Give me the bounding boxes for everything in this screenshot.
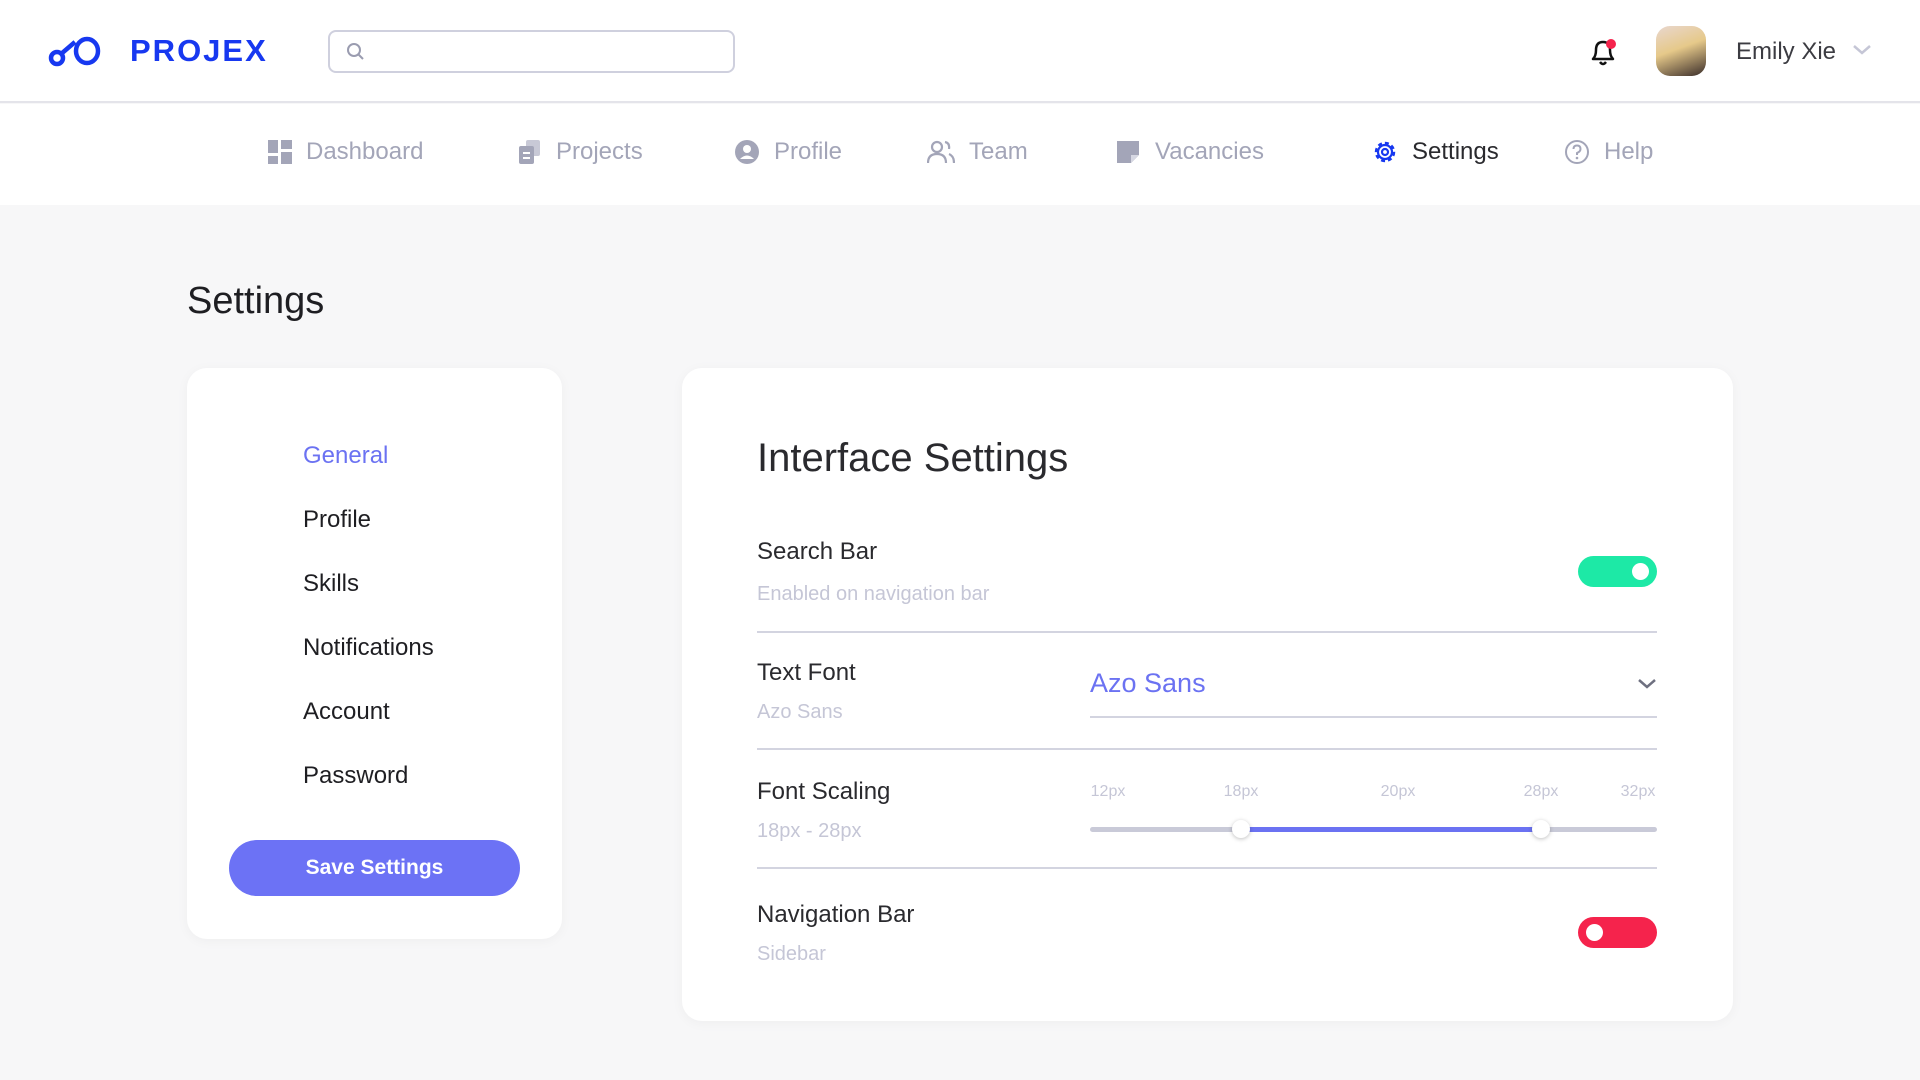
font-scaling-label: Font Scaling <box>757 778 891 805</box>
text-font-value: Azo Sans <box>1090 668 1206 698</box>
nav-label: Vacancies <box>1155 138 1264 165</box>
search-field[interactable] <box>376 38 716 66</box>
tick-label: 28px <box>1523 783 1559 800</box>
nav-vacancies[interactable]: Vacancies <box>1115 138 1264 166</box>
nav-label: Projects <box>556 138 643 165</box>
divider <box>757 748 1657 750</box>
tick-label: 32px <box>1620 783 1656 800</box>
chevron-down-icon[interactable] <box>1852 44 1872 56</box>
navigation-bar-toggle[interactable] <box>1578 917 1657 948</box>
divider <box>757 867 1657 869</box>
vacancies-icon <box>1117 141 1139 163</box>
slider-thumb-min[interactable] <box>1232 820 1250 838</box>
text-font-label: Text Font <box>757 659 856 686</box>
nav-label: Settings <box>1412 138 1499 165</box>
slider-thumb-max[interactable] <box>1532 820 1550 838</box>
search-bar-label: Search Bar <box>757 538 878 565</box>
nav-team[interactable]: Team <box>927 138 1028 166</box>
nav-label: Profile <box>774 138 843 165</box>
sidebar-item-general[interactable]: General <box>303 442 388 470</box>
brand-name: PROJEX <box>130 33 268 68</box>
dashboard-icon <box>268 140 292 164</box>
tick-label: 20px <box>1380 783 1416 800</box>
projects-icon <box>519 140 540 164</box>
sidebar-item-notifications[interactable]: Notifications <box>303 634 434 662</box>
nav-label: Team <box>969 138 1028 165</box>
sidebar-item-password[interactable]: Password <box>303 762 408 790</box>
save-settings-button[interactable]: Save Settings <box>229 840 520 896</box>
search-icon <box>347 43 364 60</box>
font-scaling-sub: 18px - 28px <box>757 820 862 842</box>
gear-icon <box>1374 141 1396 163</box>
team-icon <box>927 140 955 164</box>
nav-profile[interactable]: Profile <box>734 138 842 166</box>
section-title: Interface Settings <box>757 436 1069 480</box>
top-bar <box>0 0 1920 103</box>
tick-label: 18px <box>1223 783 1259 800</box>
chevron-down-icon <box>1638 679 1656 689</box>
search-input[interactable] <box>328 30 735 73</box>
font-scaling-range-fill <box>1241 827 1541 832</box>
nav-projects[interactable]: Projects <box>518 138 643 166</box>
sidebar-item-skills[interactable]: Skills <box>303 570 359 598</box>
logo-icon <box>48 36 101 67</box>
help-icon <box>1565 140 1589 164</box>
sidebar-item-profile[interactable]: Profile <box>303 506 371 534</box>
text-font-select[interactable]: Azo Sans <box>1090 660 1657 718</box>
text-font-sub: Azo Sans <box>757 701 843 723</box>
page-title: Settings <box>187 280 325 322</box>
nav-label: Dashboard <box>306 138 424 165</box>
navigation-bar-label: Navigation Bar <box>757 901 915 928</box>
nav-dashboard[interactable]: Dashboard <box>268 138 423 166</box>
avatar[interactable] <box>1656 26 1706 76</box>
tick-label: 12px <box>1090 783 1126 800</box>
navigation-bar-sub: Sidebar <box>757 943 826 965</box>
user-name[interactable]: Emily Xie <box>1736 38 1836 66</box>
bell-icon[interactable] <box>1588 36 1618 68</box>
profile-icon <box>735 140 759 164</box>
search-bar-sub: Enabled on navigation bar <box>757 583 990 605</box>
nav-help[interactable]: Help <box>1564 138 1653 166</box>
nav-label: Help <box>1604 138 1654 165</box>
divider <box>757 631 1657 633</box>
search-bar-toggle[interactable] <box>1578 556 1657 587</box>
notification-dot <box>1606 39 1616 49</box>
nav-settings[interactable]: Settings <box>1372 138 1499 166</box>
sidebar-item-account[interactable]: Account <box>303 698 390 726</box>
